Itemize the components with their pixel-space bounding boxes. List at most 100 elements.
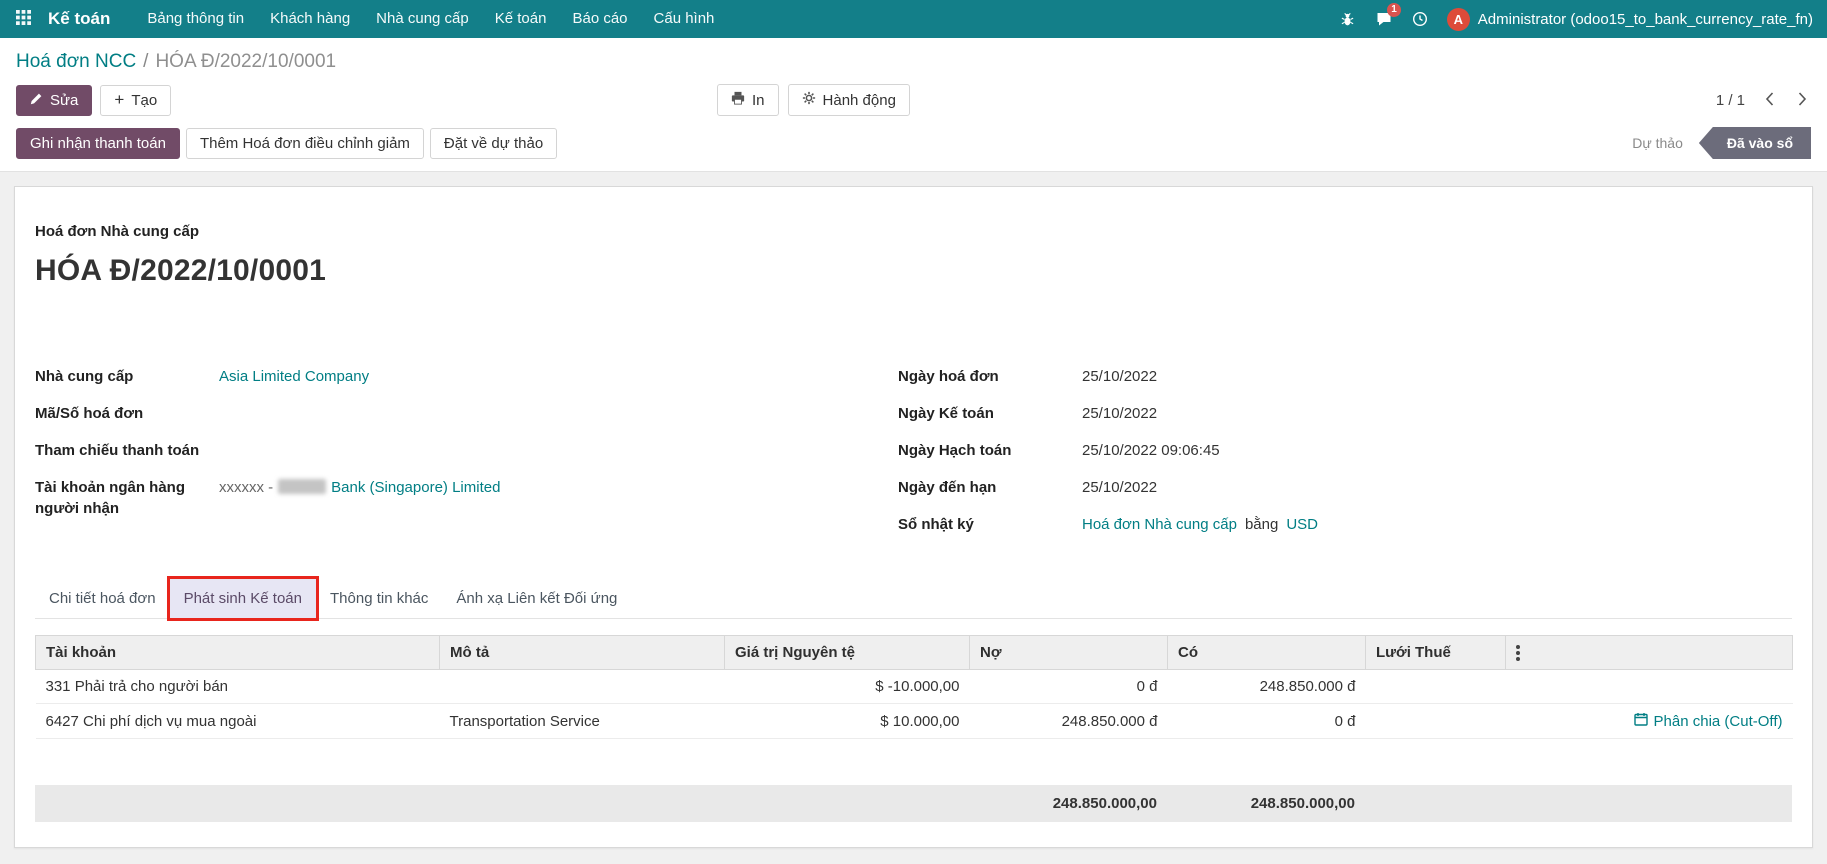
- apps-menu-button[interactable]: [0, 0, 46, 38]
- tab-invoice-lines[interactable]: Chi tiết hoá đơn: [35, 579, 170, 618]
- posting-date-value: 25/10/2022 09:06:45: [1082, 440, 1220, 461]
- statusbar: Dự thảo Đã vào sổ: [1616, 127, 1811, 159]
- vendor-link[interactable]: Asia Limited Company: [219, 368, 369, 385]
- totals-spacer: [439, 785, 724, 822]
- field-bill-reference: Mã/Số hoá đơn: [35, 403, 898, 424]
- breadcrumb: Hoá đơn NCC/HÓA Đ/2022/10/0001: [0, 38, 1827, 77]
- recipient-bank-label: Tài khoản ngân hàng người nhận: [35, 477, 207, 519]
- messages-icon[interactable]: 1: [1367, 0, 1401, 38]
- accounting-date-label: Ngày Kế toán: [898, 403, 1070, 424]
- nav-menu-dashboard[interactable]: Bảng thông tin: [134, 0, 257, 38]
- header-tax-grid[interactable]: Lưới Thuế: [1366, 636, 1506, 670]
- recipient-bank-value: xxxxxx - Bank (Singapore) Limited: [219, 477, 500, 519]
- kebab-icon: [1516, 651, 1520, 655]
- cell-amount-currency[interactable]: $ 10.000,00: [725, 704, 970, 739]
- header-credit[interactable]: Có: [1168, 636, 1366, 670]
- pager-previous-button[interactable]: [1761, 90, 1778, 111]
- breadcrumb-parent[interactable]: Hoá đơn NCC: [16, 51, 136, 72]
- cell-tax-grid[interactable]: [1366, 670, 1506, 704]
- cell-credit[interactable]: 248.850.000 đ: [1168, 670, 1366, 704]
- avatar: A: [1447, 8, 1470, 31]
- status-buttons: Ghi nhận thanh toán Thêm Hoá đơn điều ch…: [16, 128, 557, 159]
- action-button[interactable]: Hành động: [788, 84, 910, 116]
- gear-icon: [802, 91, 816, 109]
- header-account[interactable]: Tài khoản: [36, 636, 440, 670]
- cell-account[interactable]: 331 Phải trả cho người bán: [36, 670, 440, 704]
- center-buttons: In Hành động: [717, 84, 910, 116]
- add-credit-note-button[interactable]: Thêm Hoá đơn điều chỉnh giảm: [186, 128, 424, 159]
- left-buttons: Sửa + Tạo: [16, 85, 171, 116]
- journal-items-table: Tài khoản Mô tả Giá trị Nguyên tệ Nợ Có …: [35, 635, 1793, 739]
- journal-link[interactable]: Hoá đơn Nhà cung cấp: [1082, 516, 1237, 533]
- total-credit: 248.850.000,00: [1167, 785, 1365, 822]
- tab-counterpart-mapping[interactable]: Ánh xạ Liên kết Đối ứng: [442, 579, 631, 618]
- field-payment-reference: Tham chiếu thanh toán: [35, 440, 898, 461]
- invoice-sheet: Hoá đơn Nhà cung cấp HÓA Đ/2022/10/0001 …: [14, 186, 1813, 848]
- field-accounting-date: Ngày Kế toán 25/10/2022: [898, 403, 1792, 424]
- cell-debit[interactable]: 0 đ: [970, 670, 1168, 704]
- reset-to-draft-button[interactable]: Đặt về dự thảo: [430, 128, 557, 159]
- cell-tax-grid[interactable]: [1366, 704, 1506, 739]
- totals-spacer: [1365, 785, 1505, 822]
- header-amount-currency[interactable]: Giá trị Nguyên tệ: [725, 636, 970, 670]
- debug-icon[interactable]: [1331, 0, 1365, 38]
- cell-description[interactable]: Transportation Service: [440, 704, 725, 739]
- message-badge: 1: [1387, 3, 1401, 17]
- journal-currency-link[interactable]: USD: [1286, 516, 1318, 533]
- header-description[interactable]: Mô tả: [440, 636, 725, 670]
- tab-other-info[interactable]: Thông tin khác: [316, 579, 442, 618]
- invoice-date-label: Ngày hoá đơn: [898, 366, 1070, 387]
- edit-button[interactable]: Sửa: [16, 85, 92, 116]
- user-name: Administrator (odoo15_to_bank_currency_r…: [1478, 11, 1813, 28]
- nav-menu-vendors[interactable]: Nhà cung cấp: [363, 0, 482, 38]
- document-type-label: Hoá đơn Nhà cung cấp: [35, 223, 1792, 240]
- field-recipient-bank: Tài khoản ngân hàng người nhận xxxxxx - B…: [35, 477, 898, 519]
- cell-account[interactable]: 6427 Chi phí dịch vụ mua ngoài: [36, 704, 440, 739]
- cell-credit[interactable]: 0 đ: [1168, 704, 1366, 739]
- nav-menu-configuration[interactable]: Cấu hình: [641, 0, 728, 38]
- app-name[interactable]: Kế toán: [48, 9, 110, 29]
- control-panel-buttons: Sửa + Tạo In Hành độn: [0, 77, 1827, 125]
- breadcrumb-current: HÓA Đ/2022/10/0001: [155, 51, 336, 72]
- pager-next-button[interactable]: [1794, 90, 1811, 111]
- pager: 1 / 1: [1716, 90, 1811, 111]
- cell-description[interactable]: [440, 670, 725, 704]
- cell-action: Phân chia (Cut-Off): [1506, 704, 1793, 739]
- notebook-tabs: Chi tiết hoá đơn Phát sinh Kế toán Thông…: [35, 579, 1792, 619]
- due-date-value: 25/10/2022: [1082, 477, 1157, 498]
- header-debit[interactable]: Nợ: [970, 636, 1168, 670]
- grid-icon: [16, 10, 31, 28]
- table-row[interactable]: 331 Phải trả cho người bán $ -10.000,00 …: [36, 670, 1793, 704]
- journal-value: Hoá đơn Nhà cung cấp bằng USD: [1082, 514, 1318, 535]
- total-debit: 248.850.000,00: [969, 785, 1167, 822]
- invoice-date-value: 25/10/2022: [1082, 366, 1157, 387]
- vendor-label: Nhà cung cấp: [35, 366, 207, 387]
- register-payment-button[interactable]: Ghi nhận thanh toán: [16, 128, 180, 159]
- print-button[interactable]: In: [717, 84, 779, 116]
- cell-debit[interactable]: 248.850.000 đ: [970, 704, 1168, 739]
- nav-menu-accounting[interactable]: Kế toán: [482, 0, 560, 38]
- bill-reference-label: Mã/Số hoá đơn: [35, 403, 207, 424]
- nav-menu-reporting[interactable]: Báo cáo: [559, 0, 640, 38]
- table-row[interactable]: 6427 Chi phí dịch vụ mua ngoài Transport…: [36, 704, 1793, 739]
- user-menu[interactable]: A Administrator (odoo15_to_bank_currency…: [1439, 8, 1817, 31]
- edit-button-label: Sửa: [50, 92, 78, 109]
- posting-date-label: Ngày Hạch toán: [898, 440, 1070, 461]
- cutoff-link[interactable]: Phân chia (Cut-Off): [1634, 712, 1783, 730]
- bank-prefix-text: xxxxxx -: [219, 479, 273, 496]
- create-button[interactable]: + Tạo: [100, 85, 171, 116]
- cell-amount-currency[interactable]: $ -10.000,00: [725, 670, 970, 704]
- activities-clock-icon[interactable]: [1403, 0, 1437, 38]
- content-area: Hoá đơn Nhà cung cấp HÓA Đ/2022/10/0001 …: [0, 172, 1827, 864]
- form-fields: Nhà cung cấp Asia Limited Company Mã/Số …: [35, 366, 1792, 535]
- cutoff-link-label: Phân chia (Cut-Off): [1654, 713, 1783, 730]
- bank-account-link[interactable]: Bank (Singapore) Limited: [331, 479, 500, 496]
- header-optional-columns[interactable]: [1506, 636, 1793, 670]
- journal-in-text: bằng: [1245, 516, 1278, 533]
- journal-label: Sổ nhật ký: [898, 514, 1070, 535]
- field-invoice-date: Ngày hoá đơn 25/10/2022: [898, 366, 1792, 387]
- nav-menu-customers[interactable]: Khách hàng: [257, 0, 363, 38]
- fields-left-column: Nhà cung cấp Asia Limited Company Mã/Số …: [35, 366, 898, 535]
- tab-journal-items[interactable]: Phát sinh Kế toán: [170, 579, 316, 618]
- totals-spacer: [724, 785, 969, 822]
